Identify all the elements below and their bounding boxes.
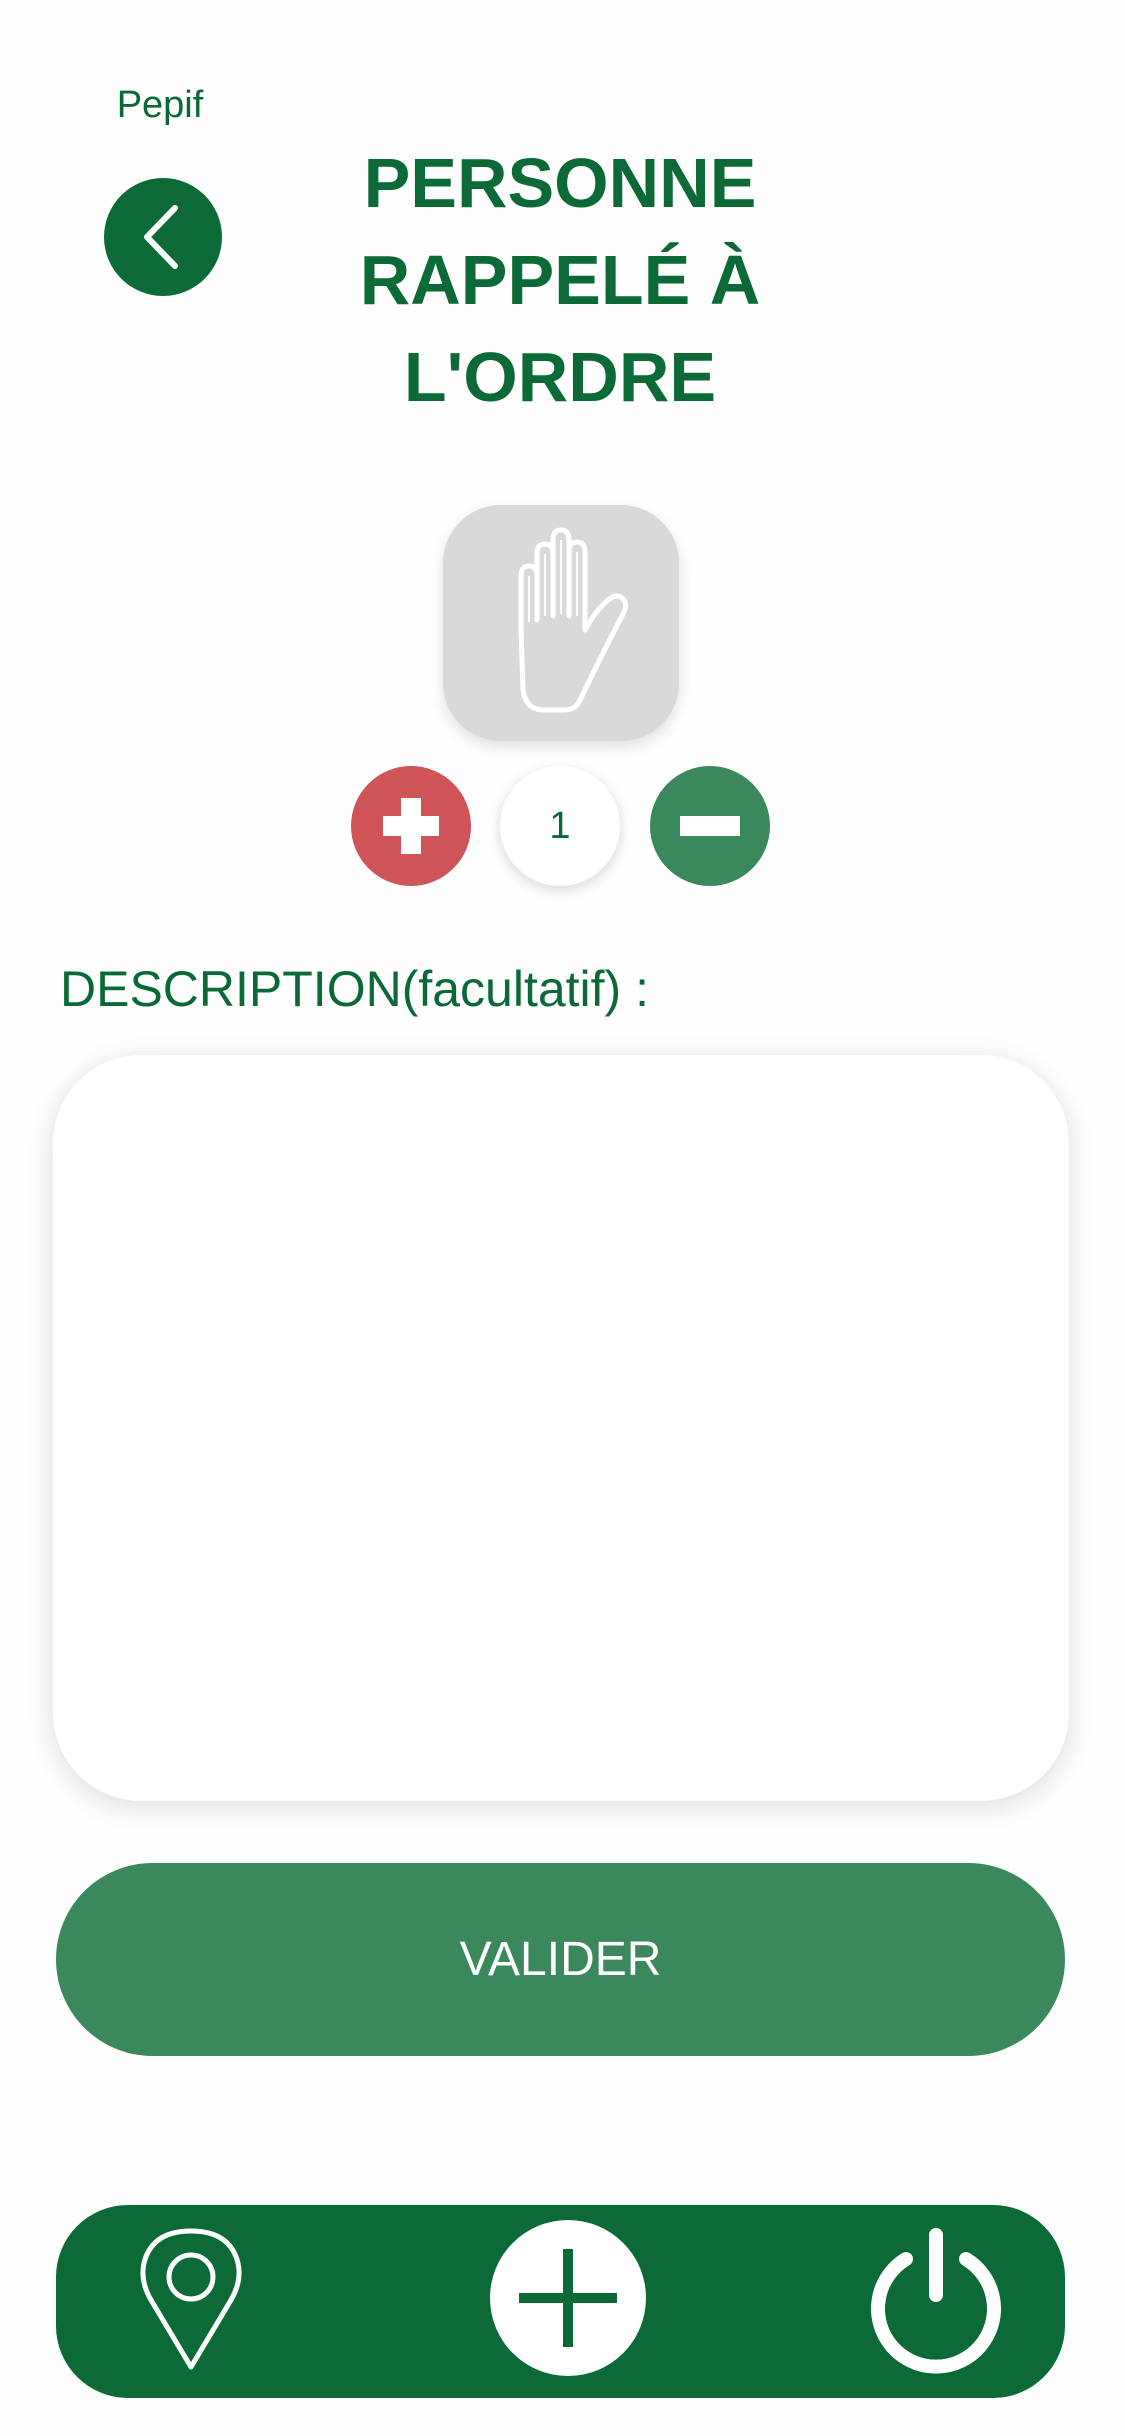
decrement-button[interactable] bbox=[650, 766, 770, 886]
nav-logout-button[interactable] bbox=[861, 2225, 1011, 2375]
nav-add-button[interactable] bbox=[490, 2220, 646, 2376]
incident-type-tile bbox=[443, 505, 679, 741]
bottom-nav bbox=[56, 2205, 1065, 2398]
location-pin-icon bbox=[140, 2228, 242, 2370]
count-value: 1 bbox=[500, 766, 620, 886]
minus-icon bbox=[680, 816, 740, 836]
page-title: PERSONNE RAPPELÉ À L'ORDRE bbox=[359, 144, 761, 416]
description-label: DESCRIPTION(facultatif) : bbox=[60, 961, 649, 1017]
increment-button[interactable] bbox=[351, 766, 471, 886]
back-button[interactable] bbox=[104, 178, 222, 296]
raised-hand-icon bbox=[518, 527, 629, 713]
add-circle-icon bbox=[519, 2249, 617, 2347]
chevron-left-icon bbox=[144, 205, 178, 269]
user-name: Pepif bbox=[116, 84, 204, 126]
description-field[interactable] bbox=[53, 1055, 1069, 1801]
nav-location-button[interactable] bbox=[136, 2225, 246, 2375]
validate-button[interactable]: VALIDER bbox=[56, 1863, 1065, 2056]
plus-icon bbox=[383, 798, 439, 854]
power-icon bbox=[871, 2228, 1001, 2374]
